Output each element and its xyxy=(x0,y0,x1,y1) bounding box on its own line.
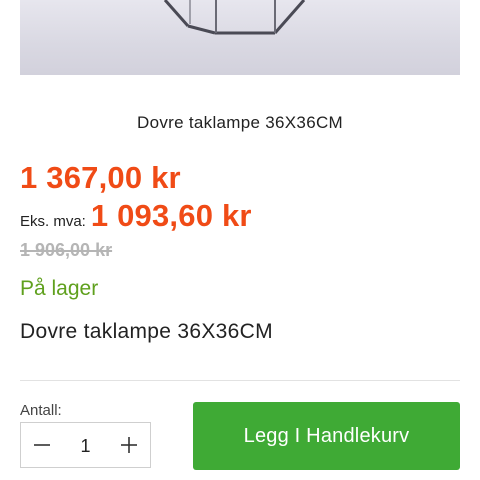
quantity-label: Antall: xyxy=(20,402,62,419)
quantity-input[interactable]: 1 xyxy=(63,434,108,457)
plus-icon xyxy=(121,437,137,453)
quantity-stepper: 1 xyxy=(20,422,151,468)
decrease-quantity-button[interactable] xyxy=(21,423,63,467)
ex-vat-label: Eks. mva: xyxy=(20,213,86,230)
product-image[interactable] xyxy=(20,0,460,75)
minus-icon xyxy=(34,444,50,446)
lamp-frame-illustration xyxy=(163,0,306,35)
product-title: Dovre taklampe 36X36CM xyxy=(20,320,273,343)
ex-vat-price-row: Eks. mva: 1 093,60 kr xyxy=(20,198,252,234)
increase-quantity-button[interactable] xyxy=(108,423,150,467)
divider xyxy=(20,380,460,381)
product-page: Dovre taklampe 36X36CM 1 367,00 kr Eks. … xyxy=(0,0,480,480)
ex-vat-price: 1 093,60 kr xyxy=(90,198,252,233)
stock-status: På lager xyxy=(20,277,99,300)
old-price: 1 906,00 kr xyxy=(20,240,113,260)
product-price: 1 367,00 kr xyxy=(20,160,181,195)
product-title-heading: Dovre taklampe 36X36CM xyxy=(137,113,343,132)
add-to-cart-button[interactable]: Legg I Handlekurv xyxy=(193,402,460,470)
